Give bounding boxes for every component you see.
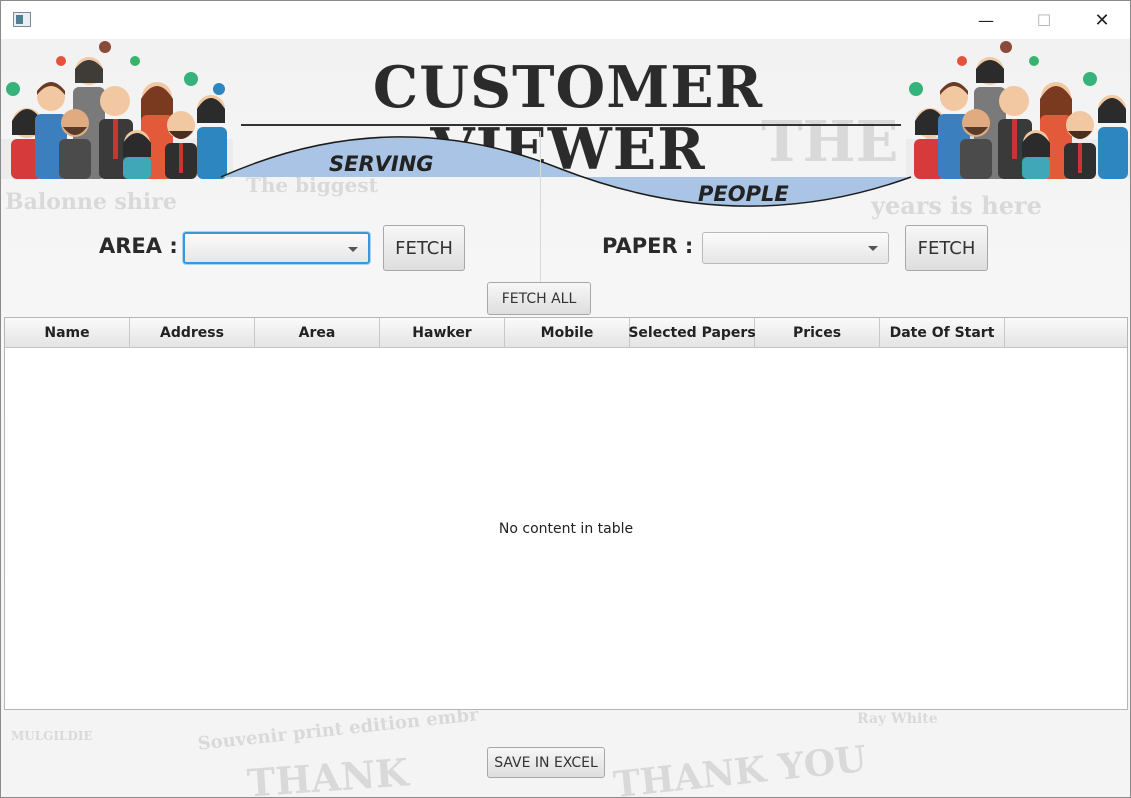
chevron-down-icon <box>348 247 358 252</box>
fetch-all-button[interactable]: FETCH ALL <box>487 282 591 315</box>
column-header-address[interactable]: Address <box>130 318 255 348</box>
column-header-prices[interactable]: Prices <box>755 318 880 348</box>
area-label: AREA : <box>99 234 178 258</box>
column-header-name[interactable]: Name <box>5 318 130 348</box>
chevron-down-icon <box>868 246 878 251</box>
wave-label-right: PEOPLE <box>698 182 789 206</box>
paper-label: PAPER : <box>602 234 694 258</box>
column-header-date-of-start[interactable]: Date Of Start <box>880 318 1005 348</box>
column-header-filler <box>1005 318 1127 348</box>
minimize-button[interactable]: — <box>963 1 1009 39</box>
fetch-paper-button[interactable]: FETCH <box>905 225 988 271</box>
save-in-excel-button[interactable]: SAVE IN EXCEL <box>487 747 605 778</box>
column-header-area[interactable]: Area <box>255 318 380 348</box>
background-text: Souvenir print edition embr <box>196 704 480 755</box>
background-text: THANK <box>245 749 410 798</box>
header-wave <box>220 136 912 207</box>
column-header-mobile[interactable]: Mobile <box>505 318 630 348</box>
area-dropdown[interactable] <box>183 232 370 264</box>
table-header: Name Address Area Hawker Mobile Selected… <box>5 318 1127 348</box>
wave-label-left: SERVING <box>329 152 434 176</box>
background-text: Ray White <box>857 711 938 727</box>
paper-dropdown[interactable] <box>702 232 889 264</box>
fetch-area-button[interactable]: FETCH <box>383 225 465 271</box>
close-button[interactable]: ✕ <box>1079 1 1125 39</box>
background-text: THANK YOU <box>611 737 869 798</box>
title-bar: — ☐ ✕ <box>1 1 1130 39</box>
column-header-hawker[interactable]: Hawker <box>380 318 505 348</box>
app-icon <box>13 12 31 27</box>
maximize-button[interactable]: ☐ <box>1021 1 1067 39</box>
table-placeholder: No content in table <box>498 521 634 537</box>
background-text: MULGILDIE <box>11 729 93 743</box>
column-header-selected-papers[interactable]: Selected Papers <box>628 318 756 348</box>
app-window: — ☐ ✕ Balonne shire The biggest THE ED y… <box>0 0 1131 798</box>
customer-table[interactable]: Name Address Area Hawker Mobile Selected… <box>4 317 1128 710</box>
